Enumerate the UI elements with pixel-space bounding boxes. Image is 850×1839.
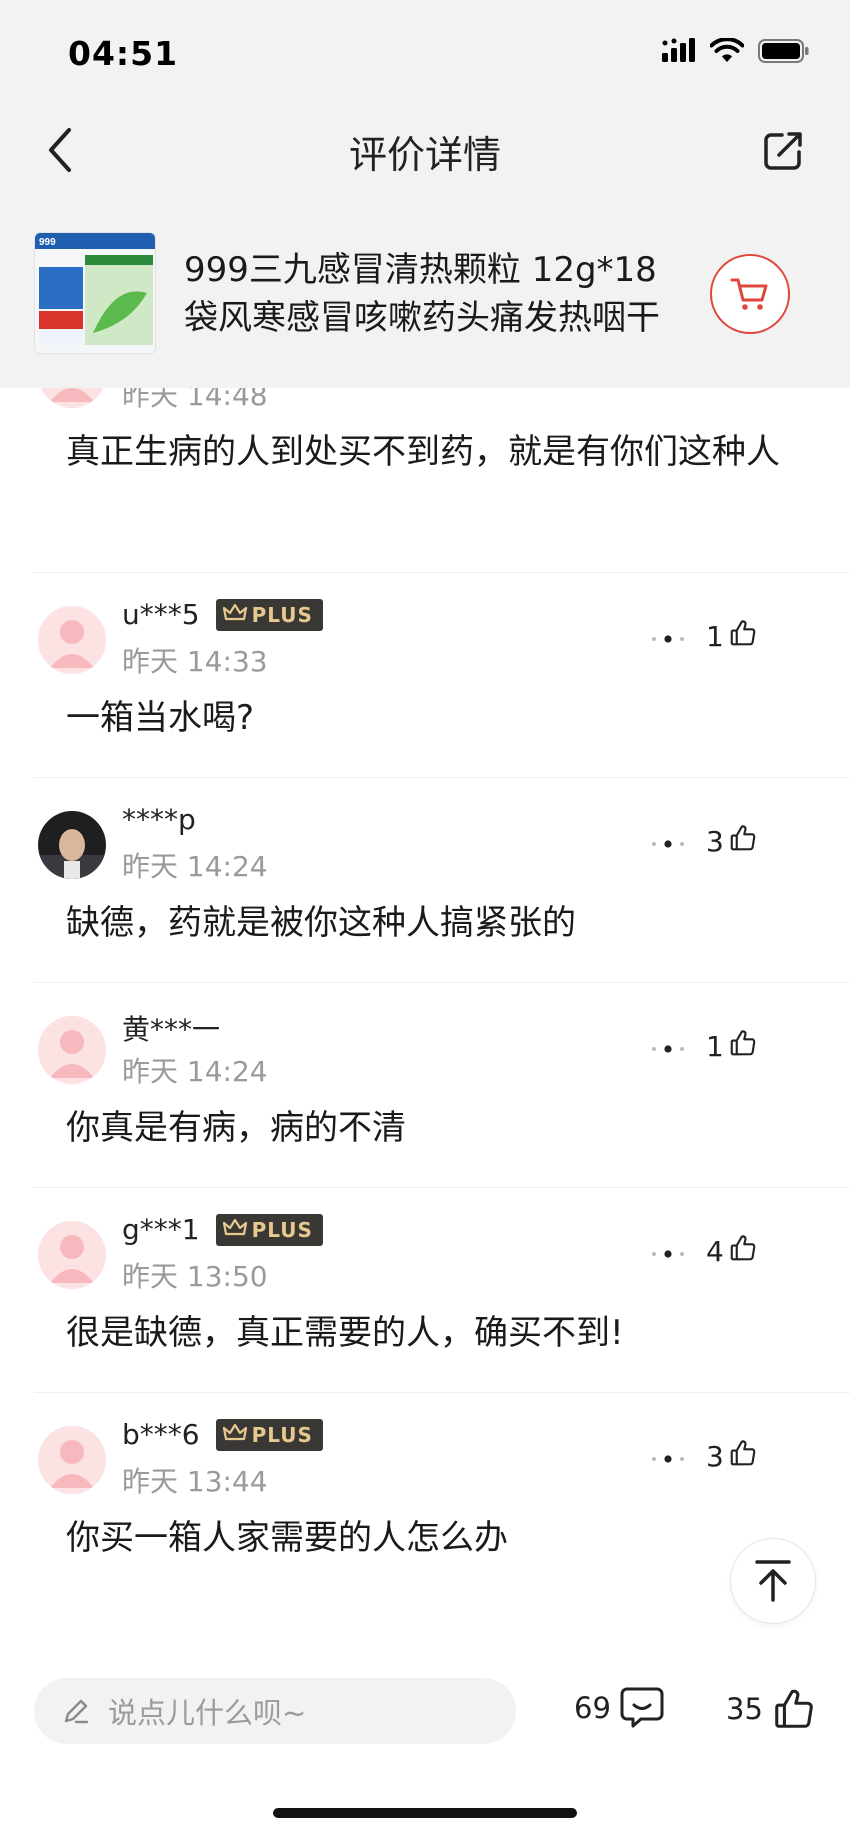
plus-label: PLUS <box>251 602 313 627</box>
avatar[interactable] <box>38 606 106 674</box>
review-like-button[interactable]: 4 <box>706 1233 758 1270</box>
arrow-up-icon <box>755 1560 791 1602</box>
more-dots-icon[interactable] <box>646 1444 690 1474</box>
comment-placeholder: 说点儿什么呗~ <box>108 1696 307 1730</box>
username[interactable]: g***1 <box>122 1213 200 1246</box>
review-user: b***6 PLUS <box>122 1418 323 1451</box>
thumbs-up-icon <box>728 1028 758 1065</box>
plus-label: PLUS <box>251 1422 313 1447</box>
home-indicator <box>273 1808 577 1818</box>
review-like-count: 1 <box>706 620 724 653</box>
divider <box>34 982 850 983</box>
product-thumbnail[interactable]: 999 <box>34 232 156 354</box>
status-icons <box>662 37 810 68</box>
review-time: 昨天 14:24 <box>122 1055 268 1088</box>
cart-icon <box>730 278 768 310</box>
divider <box>34 572 850 573</box>
more-dots-icon[interactable] <box>646 1034 690 1064</box>
crown-icon <box>222 602 248 627</box>
review-time: 昨天 14:33 <box>122 645 268 678</box>
thumbs-up-icon <box>728 823 758 860</box>
review-like-count: 4 <box>706 1235 724 1268</box>
more-dots-icon[interactable] <box>646 1239 690 1269</box>
status-time: 04:51 <box>68 34 179 73</box>
divider <box>34 777 850 778</box>
review-like-button[interactable]: 3 <box>706 1438 758 1475</box>
battery-icon <box>758 38 810 68</box>
like-count: 35 <box>726 1692 763 1726</box>
review-user: 黄***一 <box>122 1008 220 1048</box>
more-dots-icon[interactable] <box>646 829 690 859</box>
review-like-button[interactable]: 1 <box>706 1028 758 1065</box>
review-time: 昨天 13:44 <box>122 1465 268 1498</box>
wifi-icon <box>709 37 745 68</box>
username[interactable]: u***5 <box>122 598 200 631</box>
comment-bubble-icon <box>620 1687 664 1728</box>
cart-button[interactable] <box>710 254 790 334</box>
avatar[interactable] <box>38 1426 106 1494</box>
plus-badge: PLUS <box>215 598 323 631</box>
review-like-button[interactable]: 3 <box>706 823 758 860</box>
product-card[interactable]: 999 999三九感冒清热颗粒 12g*18袋风寒感冒咳嗽药头痛发热咽干 <box>34 232 824 362</box>
page-title: 评价详情 <box>348 133 501 177</box>
review-user: ****p <box>122 803 196 836</box>
thumbs-up-icon <box>728 1438 758 1475</box>
comment-count-button[interactable]: 69 <box>574 1686 665 1730</box>
thumbs-up-icon <box>728 1233 758 1270</box>
review-user: u***5 PLUS <box>122 598 323 631</box>
thumbs-up-icon <box>728 618 758 655</box>
header: 04:51 评价详情 999 999三九感冒清热颗粒 12g*18袋风寒感冒咳嗽… <box>0 0 850 388</box>
crown-icon <box>222 1422 248 1447</box>
avatar[interactable] <box>38 1221 106 1289</box>
review-content: 缺德，药就是被你这种人搞紧张的 <box>66 903 576 943</box>
review-content: 一箱当水喝? <box>66 698 255 738</box>
pencil-icon <box>64 1699 89 1724</box>
review-like-count: 3 <box>706 825 724 858</box>
plus-badge: PLUS <box>215 1418 323 1451</box>
signal-icon <box>662 38 696 68</box>
share-button[interactable] <box>754 122 812 180</box>
review-content: 你真是有病，病的不清 <box>66 1108 406 1148</box>
username[interactable]: 黄***一 <box>122 1008 220 1048</box>
back-to-top-button[interactable] <box>730 1538 816 1624</box>
plus-badge: PLUS <box>215 1213 323 1246</box>
review-like-button[interactable]: 1 <box>706 618 758 655</box>
crown-icon <box>222 1217 248 1242</box>
bottom-bar: 说点儿什么呗~ 69 35 <box>0 1660 850 1839</box>
avatar[interactable] <box>38 1016 106 1084</box>
plus-label: PLUS <box>251 1217 313 1242</box>
thumbs-up-icon <box>775 1689 813 1728</box>
more-dots-icon[interactable] <box>646 624 690 654</box>
review-like-count: 3 <box>706 1440 724 1473</box>
like-count-button[interactable]: 35 <box>726 1686 817 1732</box>
review-time: 昨天 13:50 <box>122 1260 268 1293</box>
username[interactable]: ****p <box>122 803 196 836</box>
screen: ****6昨天 14:487真正生病的人到处买不到药，就是有你们这种人u***5… <box>0 0 850 1839</box>
review-user: g***1 PLUS <box>122 1213 323 1246</box>
review-content: 你买一箱人家需要的人怎么办 <box>66 1518 508 1558</box>
avatar[interactable] <box>38 811 106 879</box>
divider <box>34 1392 850 1393</box>
review-content: 很是缺德，真正需要的人，确买不到! <box>66 1313 624 1353</box>
svg-text:999: 999 <box>39 237 56 248</box>
review-time: 昨天 14:24 <box>122 850 268 883</box>
review-like-count: 1 <box>706 1030 724 1063</box>
review-content: 真正生病的人到处买不到药，就是有你们这种人 <box>66 432 780 472</box>
product-title[interactable]: 999三九感冒清热颗粒 12g*18袋风寒感冒咳嗽药头痛发热咽干 <box>184 246 684 342</box>
share-icon <box>764 132 802 170</box>
divider <box>34 1187 850 1188</box>
comment-input[interactable]: 说点儿什么呗~ <box>34 1678 516 1744</box>
username[interactable]: b***6 <box>122 1418 200 1451</box>
comment-count: 69 <box>574 1691 611 1725</box>
